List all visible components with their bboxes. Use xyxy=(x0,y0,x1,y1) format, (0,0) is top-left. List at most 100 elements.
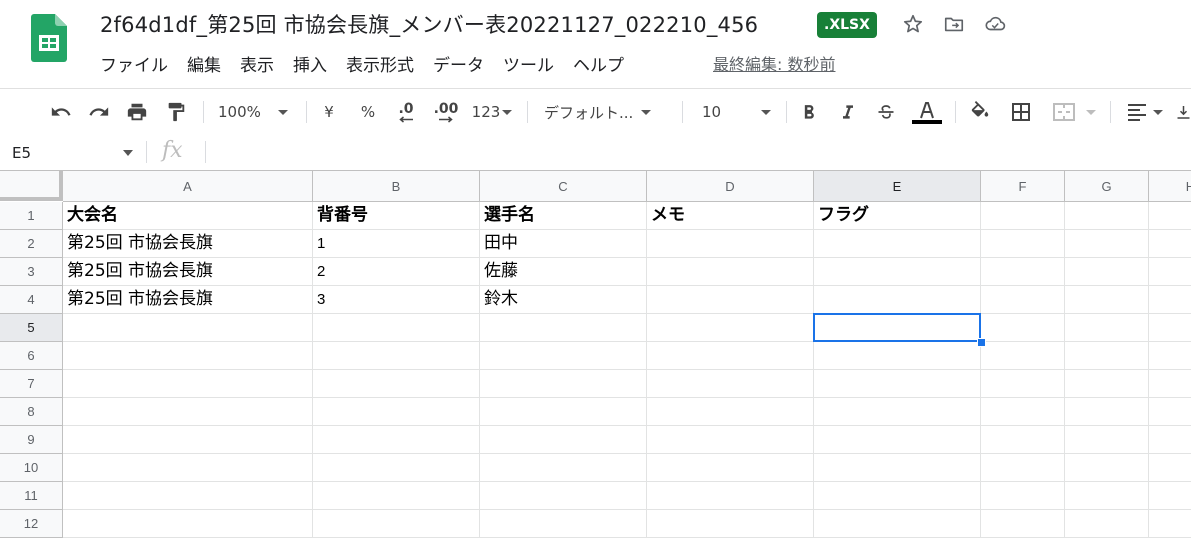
menu-format[interactable]: 表示形式 xyxy=(346,51,414,76)
cell-a4[interactable]: 第25回 市協会長旗 xyxy=(63,286,313,314)
cell-a9[interactable] xyxy=(63,426,313,454)
cell-e6[interactable] xyxy=(814,342,981,370)
cell-b4[interactable]: 3 xyxy=(313,286,480,314)
cell-b1[interactable]: 背番号 xyxy=(313,202,480,230)
cell-f5[interactable] xyxy=(981,314,1065,342)
cell-h2[interactable] xyxy=(1149,230,1191,258)
cell-h3[interactable] xyxy=(1149,258,1191,286)
cell-h8[interactable] xyxy=(1149,398,1191,426)
cell-e2[interactable] xyxy=(814,230,981,258)
cell-c5[interactable] xyxy=(480,314,647,342)
sheets-logo-icon[interactable] xyxy=(31,14,67,62)
row-header-9[interactable]: 9 xyxy=(0,426,63,454)
cell-g12[interactable] xyxy=(1065,510,1149,538)
undo-button[interactable] xyxy=(47,99,75,125)
cell-a5[interactable] xyxy=(63,314,313,342)
cell-g10[interactable] xyxy=(1065,454,1149,482)
cell-b2[interactable]: 1 xyxy=(313,230,480,258)
cell-d9[interactable] xyxy=(647,426,814,454)
format-percent-button[interactable]: % xyxy=(357,99,379,125)
column-header-h[interactable]: H xyxy=(1149,171,1191,202)
last-edit-link[interactable]: 最終編集: 数秒前 xyxy=(713,51,835,75)
row-header-5[interactable]: 5 xyxy=(0,314,63,342)
cell-c1[interactable]: 選手名 xyxy=(480,202,647,230)
borders-button[interactable] xyxy=(1008,99,1034,125)
column-header-b[interactable]: B xyxy=(313,171,480,202)
font-size-select[interactable]: 10 xyxy=(702,99,774,125)
column-header-f[interactable]: F xyxy=(981,171,1065,202)
menu-edit[interactable]: 編集 xyxy=(187,51,221,76)
cell-c4[interactable]: 鈴木 xyxy=(480,286,647,314)
cell-d12[interactable] xyxy=(647,510,814,538)
cell-g7[interactable] xyxy=(1065,370,1149,398)
cell-f1[interactable] xyxy=(981,202,1065,230)
bold-button[interactable] xyxy=(797,99,821,125)
cell-f11[interactable] xyxy=(981,482,1065,510)
menu-insert[interactable]: 挿入 xyxy=(293,51,327,76)
fill-color-button[interactable] xyxy=(967,99,993,125)
cell-b11[interactable] xyxy=(313,482,480,510)
cell-b12[interactable] xyxy=(313,510,480,538)
menu-tools[interactable]: ツール xyxy=(503,51,554,76)
cell-g6[interactable] xyxy=(1065,342,1149,370)
cell-e5[interactable] xyxy=(814,314,981,342)
cell-g3[interactable] xyxy=(1065,258,1149,286)
cloud-saved-icon[interactable] xyxy=(984,13,1006,35)
cell-b7[interactable] xyxy=(313,370,480,398)
cell-f4[interactable] xyxy=(981,286,1065,314)
cell-b8[interactable] xyxy=(313,398,480,426)
cell-e11[interactable] xyxy=(814,482,981,510)
cell-g8[interactable] xyxy=(1065,398,1149,426)
cell-e8[interactable] xyxy=(814,398,981,426)
cell-b5[interactable] xyxy=(313,314,480,342)
merge-cells-button[interactable] xyxy=(1048,99,1100,125)
cell-e1[interactable]: フラグ xyxy=(814,202,981,230)
cell-d1[interactable]: メモ xyxy=(647,202,814,230)
cell-a2[interactable]: 第25回 市協会長旗 xyxy=(63,230,313,258)
cell-c12[interactable] xyxy=(480,510,647,538)
cell-d6[interactable] xyxy=(647,342,814,370)
menu-file[interactable]: ファイル xyxy=(100,51,168,76)
cell-c3[interactable]: 佐藤 xyxy=(480,258,647,286)
cell-f9[interactable] xyxy=(981,426,1065,454)
italic-button[interactable] xyxy=(836,99,860,125)
cell-b3[interactable]: 2 xyxy=(313,258,480,286)
cell-f2[interactable] xyxy=(981,230,1065,258)
cell-e4[interactable] xyxy=(814,286,981,314)
column-header-c[interactable]: C xyxy=(480,171,647,202)
vertical-align-button[interactable] xyxy=(1176,99,1191,125)
move-folder-icon[interactable] xyxy=(943,13,965,35)
cell-d2[interactable] xyxy=(647,230,814,258)
cell-e7[interactable] xyxy=(814,370,981,398)
redo-button[interactable] xyxy=(85,99,113,125)
cell-e12[interactable] xyxy=(814,510,981,538)
print-button[interactable] xyxy=(123,99,151,125)
cell-e3[interactable] xyxy=(814,258,981,286)
row-header-2[interactable]: 2 xyxy=(0,230,63,258)
row-header-4[interactable]: 4 xyxy=(0,286,63,314)
cell-f10[interactable] xyxy=(981,454,1065,482)
formula-input[interactable] xyxy=(212,135,1182,170)
cell-a11[interactable] xyxy=(63,482,313,510)
cell-h1[interactable] xyxy=(1149,202,1191,230)
menu-data[interactable]: データ xyxy=(433,51,484,76)
star-icon[interactable] xyxy=(902,13,924,35)
more-formats-select[interactable]: 123 xyxy=(469,99,515,125)
cell-c9[interactable] xyxy=(480,426,647,454)
row-header-8[interactable]: 8 xyxy=(0,398,63,426)
cell-g11[interactable] xyxy=(1065,482,1149,510)
cell-d3[interactable] xyxy=(647,258,814,286)
fill-handle[interactable] xyxy=(977,338,986,347)
paint-format-button[interactable] xyxy=(162,99,190,125)
cell-f8[interactable] xyxy=(981,398,1065,426)
name-box[interactable]: E5 xyxy=(12,144,31,162)
cell-b9[interactable] xyxy=(313,426,480,454)
cell-d7[interactable] xyxy=(647,370,814,398)
cell-d10[interactable] xyxy=(647,454,814,482)
cell-d11[interactable] xyxy=(647,482,814,510)
select-all-corner[interactable] xyxy=(0,171,63,201)
cell-d5[interactable] xyxy=(647,314,814,342)
cell-g9[interactable] xyxy=(1065,426,1149,454)
document-title[interactable]: 2f64d1df_第25回 市協会長旗_メンバー表20221127_022210… xyxy=(100,9,758,39)
cell-c6[interactable] xyxy=(480,342,647,370)
